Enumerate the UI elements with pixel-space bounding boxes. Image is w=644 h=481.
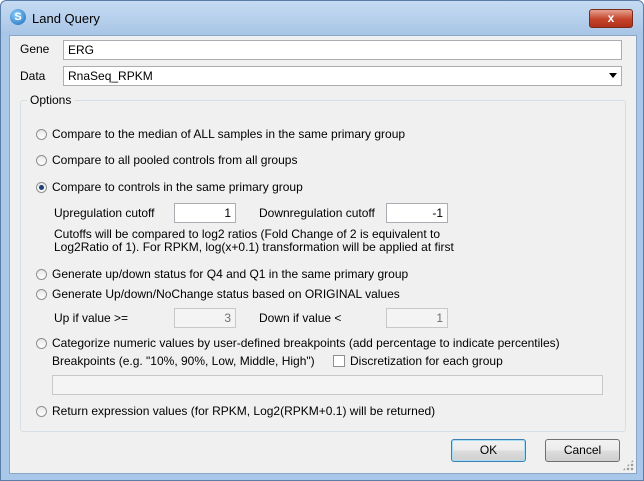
data-label: Data	[20, 69, 46, 83]
title-bar[interactable]: S Land Query x	[1, 1, 643, 35]
discretization-checkbox[interactable]: Discretization for each group	[333, 354, 503, 368]
cancel-button[interactable]: Cancel	[545, 439, 620, 462]
radio-pooled[interactable]: Compare to all pooled controls from all …	[36, 153, 297, 167]
radio-pooled-button[interactable]	[36, 154, 47, 166]
breakpoints-label: Breakpoints (e.g. "10%, 90%, Low, Middle…	[52, 354, 315, 368]
data-select-value: RnaSeq_RPKM	[68, 69, 153, 83]
up-if-input[interactable]: 3	[174, 308, 236, 328]
radio-return-button[interactable]	[36, 405, 47, 417]
down-if-label: Down if value <	[259, 311, 342, 325]
gene-input[interactable]: ERG	[63, 40, 622, 60]
radio-categorize[interactable]: Categorize numeric values by user-define…	[36, 336, 560, 350]
radio-original-button[interactable]	[36, 288, 47, 300]
options-legend: Options	[27, 93, 75, 107]
down-cutoff-label: Downregulation cutoff	[259, 206, 375, 220]
radio-categorize-button[interactable]	[36, 337, 47, 349]
land-query-dialog: S Land Query x Gene ERG Data RnaSeq_RPKM…	[0, 0, 644, 481]
down-if-input[interactable]: 1	[386, 308, 448, 328]
radio-q4q1[interactable]: Generate up/down status for Q4 and Q1 in…	[36, 267, 408, 281]
dialog-body: Gene ERG Data RnaSeq_RPKM Options Compar…	[9, 35, 637, 474]
radio-q4q1-label: Generate up/down status for Q4 and Q1 in…	[52, 267, 409, 281]
down-cutoff-input[interactable]: -1	[386, 203, 448, 223]
gene-label: Gene	[20, 42, 50, 56]
chevron-down-icon[interactable]	[609, 73, 617, 78]
up-if-label: Up if value >=	[54, 311, 129, 325]
discretization-checkbox-box[interactable]	[333, 355, 345, 367]
radio-median-button[interactable]	[36, 128, 47, 140]
up-cutoff-label: Upregulation cutoff	[54, 206, 155, 220]
radio-controls-label: Compare to controls in the same primary …	[52, 180, 303, 194]
cutoff-note-line2: Log2Ratio of 1). For RPKM, log(x+0.1) tr…	[54, 240, 454, 254]
app-logo-icon: S	[10, 9, 26, 25]
up-cutoff-input[interactable]: 1	[174, 203, 236, 223]
radio-return-label: Return expression values (for RPKM, Log2…	[52, 404, 436, 418]
radio-original[interactable]: Generate Up/down/NoChange status based o…	[36, 287, 400, 301]
cutoff-note-line1: Cutoffs will be compared to log2 ratios …	[54, 227, 440, 241]
radio-median[interactable]: Compare to the median of ALL samples in …	[36, 127, 405, 141]
data-select[interactable]: RnaSeq_RPKM	[63, 66, 622, 86]
resize-grip-icon[interactable]	[622, 459, 634, 471]
radio-original-label: Generate Up/down/NoChange status based o…	[52, 287, 400, 301]
radio-pooled-label: Compare to all pooled controls from all …	[52, 153, 298, 167]
window-title: Land Query	[32, 11, 100, 26]
radio-median-label: Compare to the median of ALL samples in …	[52, 127, 406, 141]
discretization-label: Discretization for each group	[350, 354, 503, 368]
radio-categorize-label: Categorize numeric values by user-define…	[52, 336, 560, 350]
radio-controls[interactable]: Compare to controls in the same primary …	[36, 180, 303, 194]
ok-button[interactable]: OK	[451, 439, 526, 462]
close-button[interactable]: x	[589, 9, 633, 28]
radio-return[interactable]: Return expression values (for RPKM, Log2…	[36, 404, 435, 418]
breakpoints-input[interactable]	[52, 375, 603, 395]
radio-controls-button[interactable]	[36, 181, 47, 193]
radio-q4q1-button[interactable]	[36, 268, 47, 280]
